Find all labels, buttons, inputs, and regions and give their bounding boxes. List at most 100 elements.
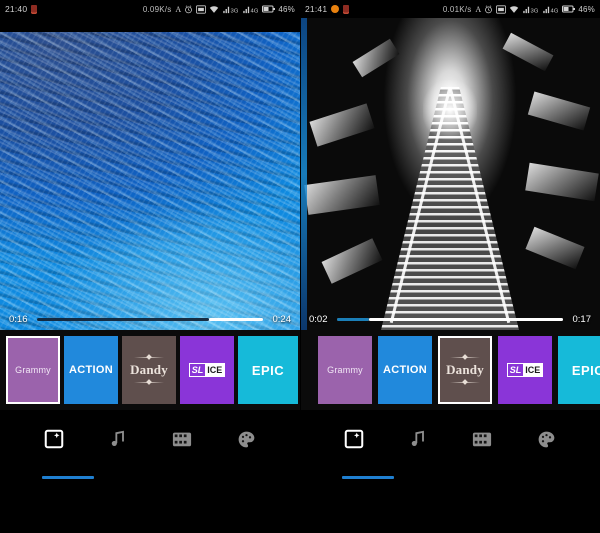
status-time: 21:41	[305, 4, 328, 14]
svg-text:4G: 4G	[551, 8, 559, 13]
toolbar-item-adjust[interactable]	[226, 419, 266, 459]
ornament-icon	[449, 380, 480, 385]
film-clip-icon	[472, 432, 492, 447]
screenshot-panel-right: 21:41 0.01K/s A 3G 4G 46% 0:02 0:17 Gram…	[300, 0, 600, 533]
status-bar: 21:40 0.09K/s A 3G 4G 46%	[0, 0, 300, 18]
toolbar-item-effects[interactable]	[34, 419, 74, 459]
filter-item-action[interactable]: ACTION	[378, 336, 432, 404]
filter-label-badge: SL ICE	[506, 363, 544, 377]
video-preview[interactable]: 0:16 0:24	[0, 18, 300, 330]
total-time-label: 0:17	[572, 313, 592, 325]
palette-icon	[538, 431, 554, 447]
current-time-label: 0:02	[309, 313, 328, 325]
filter-label-part-a: SL	[507, 364, 524, 376]
filter-label: EPIC	[571, 362, 600, 378]
filter-item-slice[interactable]: SL ICE	[180, 336, 234, 404]
svg-text:3G: 3G	[531, 8, 539, 13]
signal-3g-icon: 3G	[522, 5, 539, 14]
font-a-icon: A	[175, 4, 182, 14]
wifi-icon	[509, 5, 519, 14]
playback-scrubber[interactable]: 0:16 0:24	[0, 308, 300, 330]
filter-label-part-a: SL	[189, 364, 206, 376]
filter-label-part-b: ICE	[523, 364, 543, 376]
alarm-clock-icon	[184, 4, 193, 14]
filter-label: ACTION	[383, 364, 427, 376]
filter-item-grammy[interactable]: Grammy	[318, 336, 372, 404]
filter-item-action[interactable]: ACTION	[64, 336, 118, 404]
total-time-label: 0:24	[272, 313, 292, 325]
toolbar-item-music[interactable]	[98, 419, 138, 459]
filter-strip[interactable]: Grammy ACTION Dandy SL ICE EPIC	[300, 330, 600, 410]
filter-item-slice[interactable]: SL ICE	[498, 336, 552, 404]
active-tab-indicator	[42, 476, 94, 479]
filter-label: Grammy	[15, 365, 51, 375]
progress-track[interactable]	[337, 317, 563, 321]
app-notification-icon	[31, 4, 38, 14]
filter-label: ACTION	[69, 364, 113, 376]
battery-icon	[562, 5, 576, 13]
svg-text:4G: 4G	[251, 8, 259, 13]
network-speed-label: 0.01K/s	[442, 4, 472, 14]
film-clip-icon	[172, 432, 192, 447]
svg-text:3G: 3G	[231, 8, 239, 13]
status-bar-right: 0.01K/s A 3G 4G 46%	[442, 4, 595, 15]
filter-label-part-b: ICE	[205, 364, 225, 376]
video-preview[interactable]: 0:02 0:17	[300, 18, 600, 330]
orange-dot-icon	[331, 5, 340, 13]
status-bar-right: 0.09K/s A 3G 4G 46%	[142, 4, 295, 15]
screenshot-icon	[496, 4, 507, 14]
dual-screenshot-comparison: 21:40 0.09K/s A 3G 4G 46% 0:16 0:24 Gram…	[0, 0, 600, 533]
filter-label: Dandy	[130, 362, 168, 377]
wifi-icon	[209, 5, 219, 14]
toolbar-item-clips[interactable]	[462, 419, 502, 459]
nav-indicator-area	[0, 468, 300, 482]
playback-scrubber[interactable]: 0:02 0:17	[300, 308, 600, 330]
ornament-icon	[133, 355, 164, 360]
status-bar-left: 21:40	[5, 4, 38, 14]
font-a-icon: A	[475, 4, 482, 14]
music-note-icon	[411, 430, 424, 446]
screenshot-icon	[196, 4, 207, 14]
toolbar-item-adjust[interactable]	[526, 419, 566, 459]
filter-item-grammy[interactable]: Grammy	[6, 336, 60, 404]
filter-label: EPIC	[251, 362, 285, 378]
signal-4g-icon: 4G	[542, 5, 559, 14]
video-frame-water	[0, 18, 300, 330]
progress-track[interactable]	[37, 317, 263, 321]
filter-item-dandy[interactable]: Dandy	[438, 336, 492, 404]
filter-item-dandy[interactable]: Dandy	[122, 336, 176, 404]
status-bar-left: 21:41	[305, 4, 350, 14]
ornament-icon	[133, 380, 164, 385]
magic-photo-icon	[44, 429, 64, 449]
current-time-label: 0:16	[9, 313, 28, 325]
toolbar-item-effects[interactable]	[334, 419, 374, 459]
bottom-toolbar[interactable]	[300, 410, 600, 468]
status-bar: 21:41 0.01K/s A 3G 4G 46%	[300, 0, 600, 18]
filter-label: Dandy	[446, 362, 484, 377]
app-notification-icon	[343, 4, 350, 14]
panel-divider	[300, 0, 301, 533]
toolbar-item-music[interactable]	[398, 419, 438, 459]
filter-item-epic[interactable]: EPIC	[238, 336, 298, 404]
bottom-toolbar[interactable]	[0, 410, 300, 468]
alarm-clock-icon	[484, 4, 493, 14]
ornament-icon	[449, 355, 480, 360]
filter-item-epic[interactable]: EPIC	[558, 336, 600, 404]
battery-percent-label: 46%	[278, 4, 295, 14]
filter-label-badge: SL ICE	[188, 363, 226, 377]
status-time: 21:40	[5, 4, 28, 14]
music-note-icon	[111, 430, 124, 446]
filter-strip[interactable]: Grammy ACTION Dandy SL ICE EPIC	[0, 330, 300, 410]
screenshot-panel-left: 21:40 0.09K/s A 3G 4G 46% 0:16 0:24 Gram…	[0, 0, 300, 533]
network-speed-label: 0.09K/s	[142, 4, 172, 14]
active-tab-indicator	[342, 476, 394, 479]
toolbar-item-clips[interactable]	[162, 419, 202, 459]
battery-icon	[262, 5, 276, 13]
battery-percent-label: 46%	[578, 4, 595, 14]
video-frame-tunnel	[300, 18, 600, 330]
palette-icon	[238, 431, 254, 447]
signal-4g-icon: 4G	[242, 5, 259, 14]
magic-photo-icon	[344, 429, 364, 449]
signal-3g-icon: 3G	[222, 5, 239, 14]
nav-indicator-area	[300, 468, 600, 482]
